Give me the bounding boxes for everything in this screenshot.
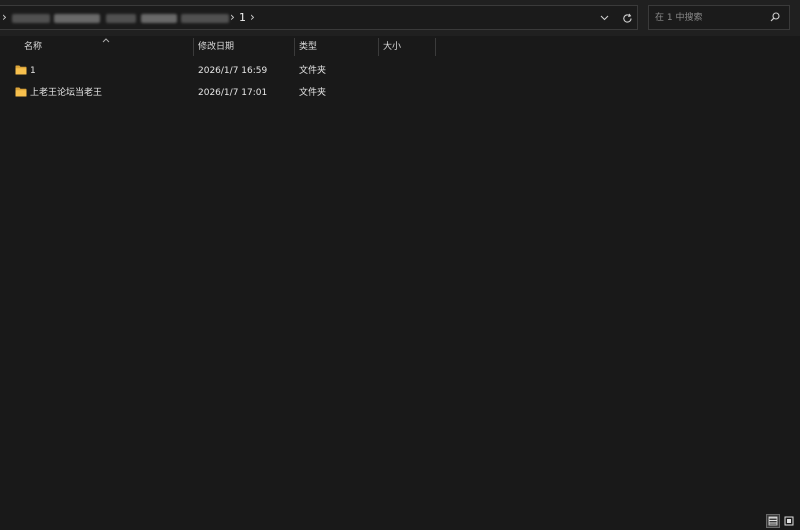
- folder-icon: [15, 65, 27, 75]
- details-view-icon[interactable]: [766, 514, 780, 528]
- column-divider[interactable]: [435, 38, 436, 56]
- breadcrumb-redacted-segment[interactable]: [106, 14, 136, 23]
- large-icons-view-icon[interactable]: [782, 514, 796, 528]
- breadcrumb-redacted-segment[interactable]: [141, 14, 177, 23]
- breadcrumb-chevron-icon[interactable]: ›: [230, 9, 235, 25]
- breadcrumb-chevron-icon[interactable]: ›: [2, 9, 7, 25]
- column-header-name[interactable]: 名称: [24, 36, 192, 58]
- file-explorer-window: › › 1 › 在 1 中搜索 名称 修改日期 类型 大小 1 2026/1/7…: [0, 0, 800, 530]
- breadcrumb-redacted-segment[interactable]: [181, 14, 229, 23]
- column-divider[interactable]: [294, 38, 295, 56]
- search-input[interactable]: [655, 11, 765, 25]
- refresh-icon[interactable]: [619, 10, 635, 26]
- breadcrumb-redacted-segment[interactable]: [54, 14, 100, 23]
- file-name[interactable]: 上老王论坛当老王: [30, 82, 102, 104]
- search-box[interactable]: [648, 5, 790, 30]
- file-row[interactable]: 1 2026/1/7 16:59 文件夹: [0, 60, 800, 82]
- column-header-row: 名称 修改日期 类型 大小: [0, 36, 800, 58]
- folder-icon: [15, 87, 27, 97]
- file-type: 文件夹: [299, 66, 327, 76]
- column-header-date-modified[interactable]: 修改日期: [198, 36, 292, 58]
- search-icon[interactable]: [769, 11, 781, 23]
- column-divider[interactable]: [378, 38, 379, 56]
- file-date-modified: 2026/1/7 16:59: [198, 66, 268, 76]
- column-header-type[interactable]: 类型: [299, 36, 377, 58]
- breadcrumb-current-folder[interactable]: 1: [239, 10, 246, 26]
- breadcrumb-chevron-icon[interactable]: ›: [250, 9, 255, 25]
- file-type: 文件夹: [299, 88, 327, 98]
- chevron-down-icon[interactable]: [597, 10, 611, 26]
- breadcrumb-redacted-segment[interactable]: [12, 14, 50, 23]
- file-list: 1 2026/1/7 16:59 文件夹 上老王论坛当老王 2026/1/7 1…: [0, 60, 800, 104]
- address-bar[interactable]: › › 1 ›: [0, 5, 638, 30]
- file-row[interactable]: 上老王论坛当老王 2026/1/7 17:01 文件夹: [0, 82, 800, 104]
- column-header-size[interactable]: 大小: [383, 36, 433, 58]
- file-name[interactable]: 1: [30, 60, 36, 82]
- file-date-modified: 2026/1/7 17:01: [198, 88, 268, 98]
- column-divider[interactable]: [193, 38, 194, 56]
- navigation-toolbar: › › 1 ›: [0, 0, 800, 36]
